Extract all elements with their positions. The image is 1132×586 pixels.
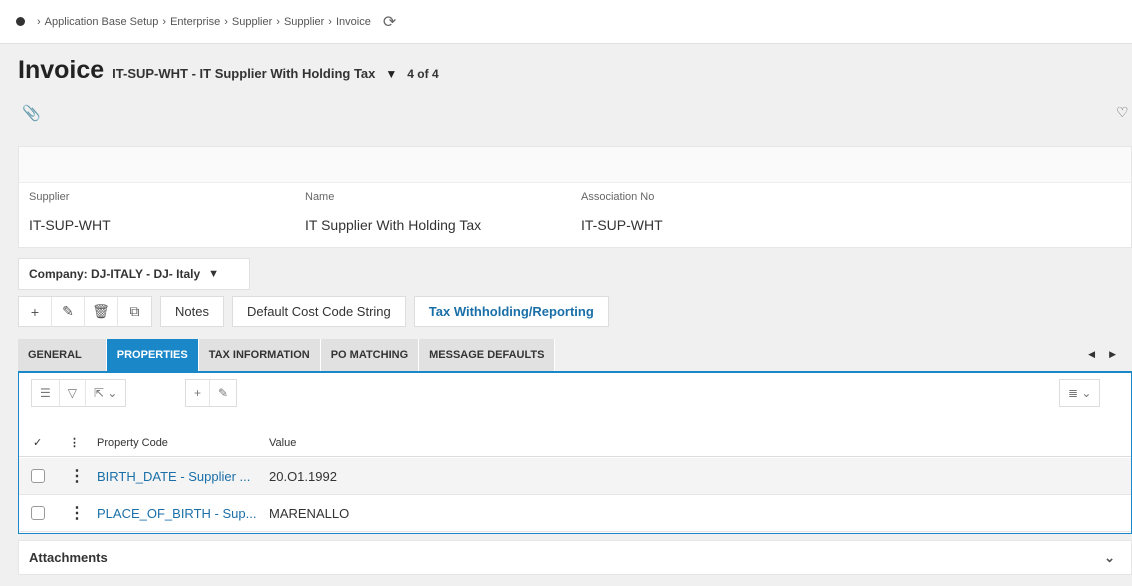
breadcrumb-bar: › Application Base Setup › Enterprise › … bbox=[0, 0, 1132, 44]
table-row[interactable]: ⋮ PLACE_OF_BIRTH - Sup... MARENALLO bbox=[19, 495, 1131, 532]
breadcrumb-item-supplier[interactable]: Supplier bbox=[232, 16, 272, 28]
page-title: Invoice bbox=[18, 56, 105, 84]
record-selector[interactable]: IT-SUP-WHT - IT Supplier With Holding Ta… bbox=[112, 66, 375, 81]
property-value: 20.O1.1992 bbox=[269, 468, 337, 484]
row-menu-icon[interactable]: ⋮ bbox=[69, 466, 85, 486]
scroll-left-icon[interactable]: ◀ bbox=[1088, 349, 1095, 360]
layout-menu-icon[interactable]: ≣ ⌄ bbox=[1060, 380, 1099, 406]
edit-row-icon[interactable]: ✎ bbox=[210, 380, 236, 406]
grid-edit-toolbar: + ✎ bbox=[185, 379, 238, 407]
table-row[interactable]: ⋮ BIRTH_DATE - Supplier ... 20.O1.1992 bbox=[19, 458, 1131, 495]
company-selector[interactable]: Company: DJ-ITALY - DJ- Italy ▼ bbox=[18, 258, 250, 290]
name-label: Name bbox=[305, 191, 335, 203]
grid-header-row: ✓ ⋮ Property Code Value bbox=[19, 429, 1131, 457]
attachments-section[interactable]: Attachments ⌄ bbox=[18, 540, 1132, 575]
main-toolbar: + ✎ 🗑 ⧉ Notes Default Cost Code String T… bbox=[18, 296, 609, 327]
row-checkbox[interactable] bbox=[31, 506, 45, 520]
tax-withholding-button[interactable]: Tax Withholding/Reporting bbox=[413, 296, 609, 327]
supplier-panel: Supplier IT-SUP-WHT Name IT Supplier Wit… bbox=[18, 146, 1132, 248]
tab-message-defaults[interactable]: MESSAGE DEFAULTS bbox=[419, 339, 556, 371]
tab-tax-information[interactable]: TAX INFORMATION bbox=[198, 339, 321, 371]
grid-layout-toolbar: ≣ ⌄ bbox=[1059, 379, 1101, 407]
chevron-down-icon[interactable]: ⌄ bbox=[1104, 550, 1115, 566]
record-count: 4 of 4 bbox=[407, 67, 439, 81]
breadcrumb-item-enterprise[interactable]: Enterprise bbox=[170, 16, 220, 28]
attachments-label: Attachments bbox=[29, 550, 108, 565]
chevron-right-icon: › bbox=[37, 15, 41, 28]
refresh-icon[interactable]: ⟳ bbox=[383, 12, 396, 32]
heart-icon[interactable]: ♡ bbox=[1116, 104, 1129, 121]
page-header: Invoice IT-SUP-WHT - IT Supplier With Ho… bbox=[18, 56, 439, 85]
association-value: IT-SUP-WHT bbox=[581, 217, 663, 233]
tab-bar: GENERAL PROPERTIES TAX INFORMATION PO MA… bbox=[18, 339, 1132, 371]
add-row-icon[interactable]: + bbox=[186, 380, 211, 406]
column-options-icon[interactable]: ⋮ bbox=[69, 436, 80, 449]
add-icon[interactable]: + bbox=[19, 297, 52, 326]
name-field: Name IT Supplier With Holding Tax bbox=[305, 191, 481, 233]
filter-icon[interactable]: ▽ bbox=[60, 380, 86, 406]
association-label: Association No bbox=[581, 191, 655, 203]
breadcrumb-item-application-base-setup[interactable]: Application Base Setup bbox=[45, 16, 159, 28]
tab-properties[interactable]: PROPERTIES bbox=[106, 339, 199, 371]
property-value: MARENALLO bbox=[269, 505, 350, 521]
property-code-link[interactable]: BIRTH_DATE - Supplier ... bbox=[97, 469, 250, 484]
list-icon[interactable]: ☰ bbox=[32, 380, 60, 406]
association-field: Association No IT-SUP-WHT bbox=[581, 191, 663, 233]
column-header-value[interactable]: Value bbox=[269, 437, 296, 449]
copy-icon[interactable]: ⧉ bbox=[118, 297, 151, 326]
paperclip-icon[interactable]: 📎 bbox=[22, 104, 41, 122]
tab-general[interactable]: GENERAL bbox=[18, 339, 107, 371]
chevron-right-icon: › bbox=[328, 15, 332, 28]
chevron-right-icon: › bbox=[276, 15, 280, 28]
supplier-value: IT-SUP-WHT bbox=[29, 217, 111, 233]
tab-po-matching[interactable]: PO MATCHING bbox=[320, 339, 420, 371]
default-cost-code-button[interactable]: Default Cost Code String bbox=[231, 296, 406, 327]
supplier-label: Supplier bbox=[29, 191, 70, 203]
caret-down-icon[interactable]: ▼ bbox=[385, 67, 397, 81]
scroll-right-icon[interactable]: ▶ bbox=[1109, 349, 1116, 360]
chevron-right-icon: › bbox=[224, 15, 228, 28]
select-all-check-icon[interactable]: ✓ bbox=[33, 436, 42, 449]
home-dot-icon[interactable] bbox=[16, 17, 25, 26]
property-code-link[interactable]: PLACE_OF_BIRTH - Sup... bbox=[97, 506, 256, 521]
breadcrumb-item-supplier-2[interactable]: Supplier bbox=[284, 16, 324, 28]
crud-button-group: + ✎ 🗑 ⧉ bbox=[18, 296, 152, 327]
row-menu-icon[interactable]: ⋮ bbox=[69, 503, 85, 523]
edit-icon[interactable]: ✎ bbox=[52, 297, 85, 326]
company-label: Company: DJ-ITALY - DJ- Italy bbox=[29, 267, 201, 281]
properties-grid: ☰ ▽ ⇱ ⌄ + ✎ ≣ ⌄ ✓ ⋮ Property Code Value … bbox=[18, 371, 1132, 534]
notes-button[interactable]: Notes bbox=[160, 296, 224, 327]
tab-scroll-controls: ◀ ▶ bbox=[1088, 349, 1116, 360]
supplier-field: Supplier IT-SUP-WHT bbox=[29, 191, 111, 233]
row-checkbox[interactable] bbox=[31, 469, 45, 483]
panel-header-strip bbox=[19, 147, 1131, 183]
breadcrumb-item-invoice: Invoice bbox=[335, 15, 371, 28]
column-header-property-code[interactable]: Property Code bbox=[97, 437, 168, 449]
name-value: IT Supplier With Holding Tax bbox=[305, 217, 482, 233]
caret-down-icon: ▼ bbox=[208, 268, 220, 280]
grid-view-toolbar: ☰ ▽ ⇱ ⌄ bbox=[31, 379, 127, 407]
chevron-right-icon: › bbox=[162, 15, 167, 28]
export-icon[interactable]: ⇱ ⌄ bbox=[86, 380, 125, 406]
delete-icon[interactable]: 🗑 bbox=[85, 297, 118, 326]
